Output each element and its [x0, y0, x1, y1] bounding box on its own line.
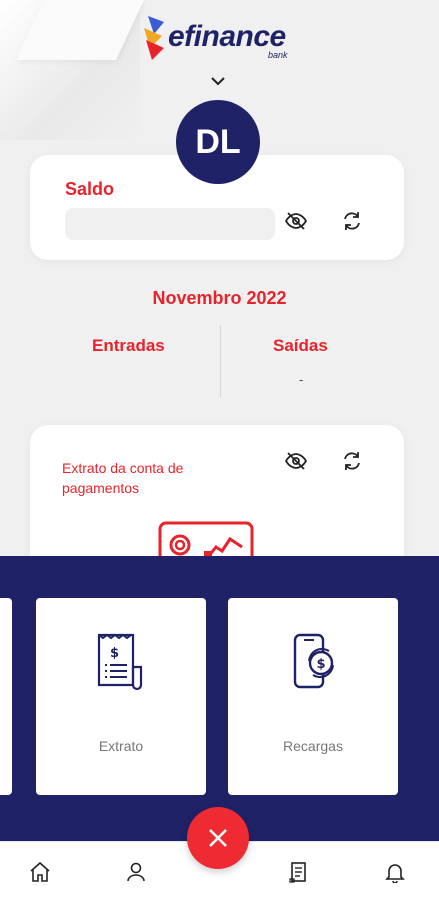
logo-mark-icon — [144, 16, 164, 60]
svg-text:$: $ — [110, 646, 119, 661]
logo-text: efinance — [168, 20, 286, 53]
eye-off-icon[interactable] — [284, 209, 308, 233]
avatar-initials: DL — [195, 122, 241, 161]
month-label: Novembro 2022 — [152, 288, 287, 308]
quick-action-label: Extrato — [98, 738, 144, 754]
payment-card-illustration — [158, 521, 254, 561]
expenses-label: Saídas — [273, 336, 328, 355]
summary-divider — [220, 325, 221, 397]
refresh-icon[interactable] — [340, 449, 364, 473]
bell-icon[interactable] — [384, 861, 406, 883]
phone-topup-icon: $ — [293, 633, 334, 689]
quick-action-recargas[interactable]: $ Recargas — [228, 598, 398, 795]
refresh-icon[interactable] — [340, 209, 364, 233]
statement-icon[interactable] — [288, 861, 310, 883]
user-icon[interactable] — [125, 861, 147, 883]
balance-value-hidden — [65, 208, 275, 240]
quick-action-tile-partial[interactable] — [0, 598, 12, 795]
home-icon[interactable] — [29, 861, 51, 883]
brand-logo: efinance bank — [142, 14, 302, 66]
eye-off-icon[interactable] — [284, 449, 308, 473]
income-label: Entradas — [92, 336, 165, 355]
quick-actions-panel: $ Extrato $ Recargas — [0, 556, 439, 841]
header: efinance bank — [0, 8, 439, 88]
statement-card-title: Extrato da conta de pagamentos — [62, 460, 184, 496]
close-icon — [209, 829, 227, 847]
svg-text:$: $ — [317, 657, 326, 672]
expenses-value: - — [299, 372, 304, 387]
logo-subtext: bank — [268, 50, 288, 60]
quick-action-extrato[interactable]: $ Extrato — [36, 598, 206, 795]
chevron-down-icon[interactable] — [209, 74, 227, 88]
avatar[interactable]: DL — [176, 100, 260, 184]
receipt-icon: $ — [97, 633, 143, 691]
close-fab-button[interactable] — [187, 807, 249, 869]
balance-label: Saldo — [65, 179, 115, 199]
quick-action-label: Recargas — [283, 738, 343, 754]
